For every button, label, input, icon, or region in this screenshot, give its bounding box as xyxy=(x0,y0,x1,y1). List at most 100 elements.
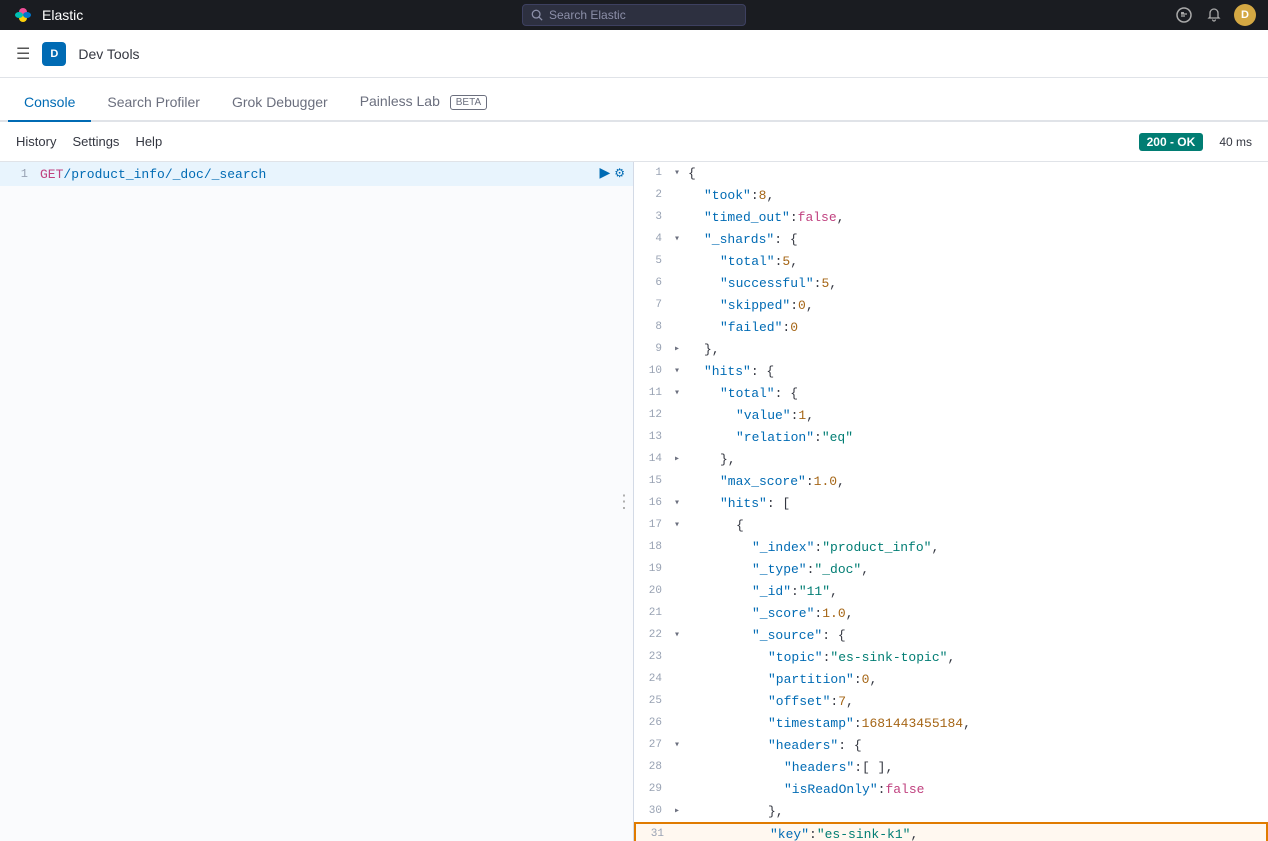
line-number: 25 xyxy=(634,695,666,707)
line-number: 19 xyxy=(634,563,666,575)
table-row: 2"took" : 8, xyxy=(634,184,1268,206)
tab-painless-lab[interactable]: Painless Lab BETA xyxy=(344,83,503,122)
line-number: 12 xyxy=(634,409,666,421)
hamburger-menu-icon[interactable]: ☰ xyxy=(16,44,30,64)
collapse-toggle[interactable]: ▾ xyxy=(674,387,686,399)
tab-console[interactable]: Console xyxy=(8,84,91,122)
status-badge: 200 - OK xyxy=(1139,133,1204,151)
breadcrumb-bar: ☰ D Dev Tools xyxy=(0,30,1268,78)
line-number: 27 xyxy=(634,739,666,751)
line-number: 30 xyxy=(634,805,666,817)
line-number: 4 xyxy=(634,233,666,245)
table-row: 24"partition" : 0, xyxy=(634,668,1268,690)
table-row: 13"relation" : "eq" xyxy=(634,426,1268,448)
timing-value: 40 ms xyxy=(1219,135,1252,149)
table-row: 26"timestamp" : 1681443455184, xyxy=(634,712,1268,734)
collapse-toggle[interactable]: ▸ xyxy=(674,453,686,465)
elastic-logo-area[interactable]: Elastic xyxy=(12,4,83,26)
run-button[interactable]: ▶ xyxy=(599,164,610,181)
top-nav-right: D xyxy=(1174,4,1256,26)
line-number: 21 xyxy=(634,607,666,619)
user-avatar[interactable]: D xyxy=(1234,4,1256,26)
table-row: 19"_type" : "_doc", xyxy=(634,558,1268,580)
table-row: 27▾"headers" : { xyxy=(634,734,1268,756)
table-row: 18"_index" : "product_info", xyxy=(634,536,1268,558)
table-row: 12"value" : 1, xyxy=(634,404,1268,426)
beta-badge: BETA xyxy=(450,95,487,110)
collapse-toggle[interactable]: ▾ xyxy=(674,629,686,641)
line-number: 3 xyxy=(634,211,666,223)
editor-line-1[interactable]: 1 GET /product_info/_doc/_search ▶ ⚙ xyxy=(0,162,633,186)
table-row: 9▸}, xyxy=(634,338,1268,360)
help-button[interactable]: Help xyxy=(135,130,162,153)
toolbar: History Settings Help 200 - OK 40 ms xyxy=(0,122,1268,162)
line-number: 31 xyxy=(636,828,668,840)
elastic-logo-icon xyxy=(12,4,34,26)
line-number: 18 xyxy=(634,541,666,553)
line-number: 14 xyxy=(634,453,666,465)
collapse-toggle[interactable]: ▾ xyxy=(674,739,686,751)
collapse-toggle[interactable]: ▸ xyxy=(674,343,686,355)
panel-divider-icon: ⋮ xyxy=(615,491,633,512)
tab-search-profiler[interactable]: Search Profiler xyxy=(91,84,216,122)
line-number: 8 xyxy=(634,321,666,333)
collapse-toggle[interactable]: ▾ xyxy=(674,365,686,377)
main-area: 1 GET /product_info/_doc/_search ▶ ⚙ ⋮ 1… xyxy=(0,162,1268,841)
elastic-title: Elastic xyxy=(42,7,83,23)
table-row: 14▸}, xyxy=(634,448,1268,470)
settings-button[interactable]: Settings xyxy=(72,130,119,153)
tabs-bar: Console Search Profiler Grok Debugger Pa… xyxy=(0,78,1268,122)
table-row: 15"max_score" : 1.0, xyxy=(634,470,1268,492)
collapse-toggle[interactable]: ▾ xyxy=(674,497,686,509)
line-number: 29 xyxy=(634,783,666,795)
line-number: 11 xyxy=(634,387,666,399)
table-row: 31"key" : "es-sink-k1", xyxy=(634,822,1268,841)
line-number: 10 xyxy=(634,365,666,377)
table-row: 29"isReadOnly" : false xyxy=(634,778,1268,800)
line-number: 17 xyxy=(634,519,666,531)
request-path: /product_info/_doc/_search xyxy=(63,167,266,182)
line-number: 13 xyxy=(634,431,666,443)
table-row: 30▸}, xyxy=(634,800,1268,822)
table-row: 21"_score" : 1.0, xyxy=(634,602,1268,624)
table-row: 1▾{ xyxy=(634,162,1268,184)
table-row: 11▾"total" : { xyxy=(634,382,1268,404)
tab-grok-debugger[interactable]: Grok Debugger xyxy=(216,84,344,122)
line-number: 1 xyxy=(634,167,666,179)
line-number: 6 xyxy=(634,277,666,289)
global-search-bar[interactable]: Search Elastic xyxy=(522,4,746,26)
history-button[interactable]: History xyxy=(16,130,56,153)
line-number: 28 xyxy=(634,761,666,773)
table-row: 10▾"hits" : { xyxy=(634,360,1268,382)
table-row: 6"successful" : 5, xyxy=(634,272,1268,294)
table-row: 28"headers" : [ ], xyxy=(634,756,1268,778)
collapse-toggle[interactable]: ▾ xyxy=(674,167,686,179)
notifications-icon[interactable] xyxy=(1204,5,1224,25)
line-number: 26 xyxy=(634,717,666,729)
editor-actions: ▶ ⚙ xyxy=(599,164,625,181)
collapse-toggle[interactable]: ▸ xyxy=(674,805,686,817)
copy-button[interactable]: ⚙ xyxy=(614,164,625,181)
response-panel[interactable]: 1▾{2"took" : 8,3"timed_out" : false,4▾"_… xyxy=(634,162,1268,841)
table-row: 16▾"hits" : [ xyxy=(634,492,1268,514)
collapse-toggle[interactable]: ▾ xyxy=(674,519,686,531)
table-row: 25"offset" : 7, xyxy=(634,690,1268,712)
table-row: 7"skipped" : 0, xyxy=(634,294,1268,316)
line-number: 16 xyxy=(634,497,666,509)
table-row: 3"timed_out" : false, xyxy=(634,206,1268,228)
search-bar-placeholder: Search Elastic xyxy=(549,8,626,22)
news-icon[interactable] xyxy=(1174,5,1194,25)
line-number: 7 xyxy=(634,299,666,311)
table-row: 22▾"_source" : { xyxy=(634,624,1268,646)
line-number: 24 xyxy=(634,673,666,685)
line-number: 20 xyxy=(634,585,666,597)
line-number: 9 xyxy=(634,343,666,355)
line-number: 2 xyxy=(634,189,666,201)
response-content: 1▾{2"took" : 8,3"timed_out" : false,4▾"_… xyxy=(634,162,1268,841)
line-number: 15 xyxy=(634,475,666,487)
search-icon xyxy=(531,9,543,21)
line-number: 5 xyxy=(634,255,666,267)
collapse-toggle[interactable]: ▾ xyxy=(674,233,686,245)
table-row: 20"_id" : "11", xyxy=(634,580,1268,602)
editor-panel[interactable]: 1 GET /product_info/_doc/_search ▶ ⚙ ⋮ xyxy=(0,162,634,841)
